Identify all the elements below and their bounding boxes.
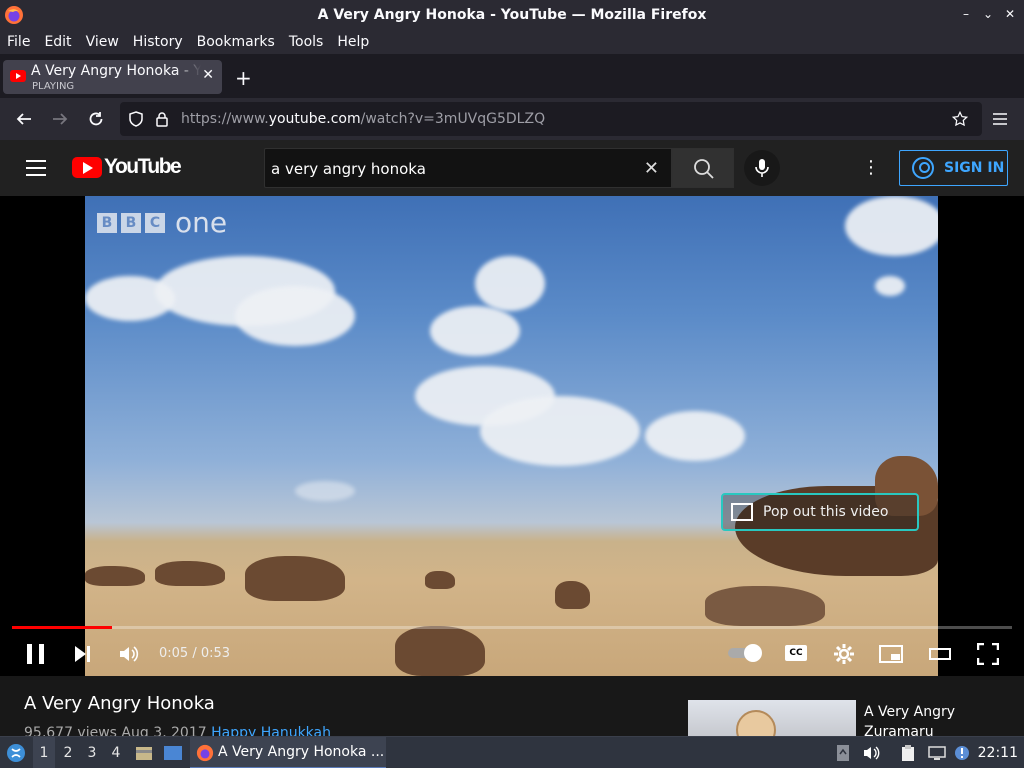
search-icon bbox=[694, 159, 714, 179]
video-frame[interactable]: B B C one bbox=[85, 196, 938, 676]
clipboard-tray-icon[interactable] bbox=[898, 737, 918, 768]
network-tray-icon[interactable] bbox=[926, 737, 948, 768]
taskbar-firefox-window[interactable]: A Very Angry Honoka ... bbox=[190, 737, 386, 768]
recommended-title-line: A Very Angry bbox=[864, 704, 955, 720]
menu-lines-icon bbox=[993, 113, 1007, 125]
tray-arrow-icon[interactable] bbox=[834, 737, 852, 768]
video-info-section: A Very Angry Honoka 95,677 views Aug 3, … bbox=[0, 676, 1024, 741]
picture-in-picture-icon bbox=[731, 503, 753, 521]
volume-tray-icon[interactable] bbox=[862, 737, 882, 768]
pause-icon[interactable] bbox=[27, 644, 44, 664]
file-manager-icon[interactable] bbox=[134, 737, 154, 768]
arrow-right-icon bbox=[53, 113, 68, 125]
lock-icon[interactable] bbox=[154, 111, 170, 127]
reload-icon bbox=[89, 112, 103, 126]
menu-file[interactable]: File bbox=[7, 34, 30, 50]
workspace-4[interactable]: 4 bbox=[105, 737, 127, 768]
tab-strip: A Very Angry Honoka - YouTube PLAYING ✕ … bbox=[0, 54, 1024, 98]
menu-view[interactable]: View bbox=[86, 34, 119, 50]
clear-search-icon[interactable]: ✕ bbox=[644, 158, 659, 179]
captions-icon[interactable]: CC bbox=[785, 645, 807, 661]
watermark-channel: one bbox=[175, 206, 228, 239]
menu-bookmarks[interactable]: Bookmarks bbox=[197, 34, 275, 50]
miniplayer-icon[interactable] bbox=[879, 642, 903, 666]
autoplay-toggle[interactable] bbox=[728, 644, 764, 662]
search-query: a very angry honoka bbox=[271, 160, 426, 178]
more-options-icon[interactable]: ⋮ bbox=[862, 158, 880, 178]
maximize-button[interactable]: ⌄ bbox=[980, 6, 996, 22]
forward-button[interactable] bbox=[48, 107, 72, 131]
menu-edit[interactable]: Edit bbox=[44, 34, 71, 50]
workspace-1[interactable]: 1 bbox=[33, 737, 55, 768]
menu-bar: File Edit View History Bookmarks Tools H… bbox=[0, 30, 1024, 54]
fullscreen-icon[interactable] bbox=[976, 642, 1000, 666]
firefox-icon bbox=[5, 6, 23, 24]
taskbar: 1 2 3 4 A Very Angry Honoka ... 22:11 bbox=[0, 736, 1024, 768]
time-display: 0:05 / 0:53 bbox=[159, 646, 231, 661]
close-window-button[interactable]: ✕ bbox=[1002, 6, 1018, 22]
window-title: A Very Angry Honoka - YouTube — Mozilla … bbox=[317, 7, 707, 23]
reload-button[interactable] bbox=[84, 107, 108, 131]
url-bar[interactable]: https://www.youtube.com/watch?v=3mUVqG5D… bbox=[120, 102, 982, 136]
tab-close-icon[interactable]: ✕ bbox=[202, 67, 214, 83]
progress-played bbox=[12, 626, 112, 629]
arrow-left-icon bbox=[16, 113, 31, 125]
url-prefix: https://www. bbox=[181, 111, 269, 127]
microphone-icon bbox=[755, 159, 769, 177]
video-player[interactable]: B B C one Pop out this video 0:05 / 0:53… bbox=[0, 196, 1024, 676]
recommended-thumbnail[interactable] bbox=[688, 700, 856, 736]
tab-youtube[interactable]: A Very Angry Honoka - YouTube PLAYING ✕ bbox=[3, 60, 222, 94]
shield-icon[interactable] bbox=[128, 111, 144, 127]
volume-icon[interactable] bbox=[117, 642, 141, 666]
menu-history[interactable]: History bbox=[133, 34, 183, 50]
search-input[interactable]: a very angry honoka ✕ bbox=[264, 148, 672, 188]
video-title: A Very Angry Honoka bbox=[24, 693, 215, 714]
show-desktop-icon[interactable] bbox=[162, 737, 184, 768]
taskbar-window-label: A Very Angry Honoka ... bbox=[218, 744, 385, 760]
url-path: /watch?v=3mUVqG5DLZQ bbox=[360, 111, 546, 127]
workspace-2[interactable]: 2 bbox=[57, 737, 79, 768]
navigation-toolbar: https://www.youtube.com/watch?v=3mUVqG5D… bbox=[0, 98, 1024, 140]
progress-bar[interactable] bbox=[12, 626, 1012, 629]
youtube-favicon-icon bbox=[10, 70, 26, 82]
minimize-button[interactable]: – bbox=[958, 6, 974, 22]
bookmark-star-icon[interactable] bbox=[952, 110, 968, 127]
youtube-header: YouTube a very angry honoka ✕ ⋮ SIGN IN bbox=[0, 140, 1024, 196]
watermark-letter: B bbox=[97, 212, 117, 233]
menu-tools[interactable]: Tools bbox=[289, 34, 324, 50]
pop-out-label: Pop out this video bbox=[763, 504, 889, 520]
tab-playing-label: PLAYING bbox=[32, 81, 75, 92]
theater-mode-icon[interactable] bbox=[928, 642, 952, 666]
start-menu-icon[interactable] bbox=[2, 737, 30, 768]
watermark-letter: C bbox=[145, 212, 165, 233]
workspace-3[interactable]: 3 bbox=[81, 737, 103, 768]
menu-help[interactable]: Help bbox=[337, 34, 369, 50]
notification-tray-icon[interactable] bbox=[952, 737, 972, 768]
clock: 22:11 bbox=[977, 745, 1018, 761]
bbc-one-watermark-logo: B B C one bbox=[97, 206, 227, 239]
window-titlebar: A Very Angry Honoka - YouTube — Mozilla … bbox=[0, 0, 1024, 30]
url-domain: youtube.com bbox=[268, 111, 361, 127]
next-video-icon[interactable] bbox=[70, 642, 94, 666]
app-menu-button[interactable] bbox=[988, 107, 1012, 131]
youtube-logo-text[interactable]: YouTube bbox=[104, 155, 182, 179]
back-button[interactable] bbox=[12, 107, 36, 131]
settings-gear-icon[interactable] bbox=[832, 642, 856, 666]
tab-title: A Very Angry Honoka - YouTube bbox=[31, 63, 201, 79]
player-controls: 0:05 / 0:53 CC bbox=[0, 634, 1024, 674]
youtube-logo-icon[interactable] bbox=[72, 157, 102, 178]
guide-menu-icon[interactable] bbox=[26, 160, 46, 176]
pop-out-video-button[interactable]: Pop out this video bbox=[721, 493, 919, 531]
search-button[interactable] bbox=[672, 148, 734, 188]
sign-in-button[interactable]: SIGN IN bbox=[899, 150, 1008, 186]
new-tab-button[interactable]: + bbox=[235, 66, 252, 90]
sign-in-label: SIGN IN bbox=[944, 160, 1005, 176]
account-icon bbox=[912, 157, 934, 179]
watermark-letter: B bbox=[121, 212, 141, 233]
url-text[interactable]: https://www.youtube.com/watch?v=3mUVqG5D… bbox=[181, 111, 545, 127]
firefox-taskbar-icon bbox=[196, 744, 214, 762]
voice-search-button[interactable] bbox=[744, 150, 780, 186]
